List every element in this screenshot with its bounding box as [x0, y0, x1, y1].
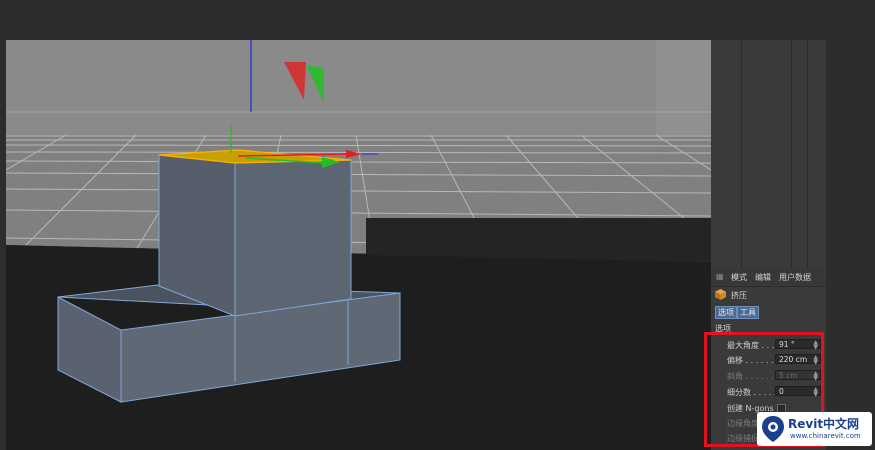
- viewport-scene: [6, 40, 711, 450]
- watermark-url: www.chinarevit.com: [790, 432, 861, 440]
- 3d-viewport[interactable]: [6, 40, 711, 450]
- watermark-brand: Revit中文网: [788, 417, 860, 431]
- attributes-menubar: ▦ 模式 编辑 用户数据: [711, 268, 826, 287]
- panel-column-divider: [741, 40, 742, 268]
- viewport-background: [6, 40, 711, 150]
- tower-front-face: [234, 159, 352, 317]
- top-toolbar-strip: [0, 0, 875, 40]
- revit-logo-icon: [762, 416, 784, 442]
- tab-tool[interactable]: 工具: [737, 306, 759, 319]
- tab-options[interactable]: 选项: [715, 306, 737, 319]
- menu-user-data[interactable]: 用户数据: [779, 272, 811, 283]
- object-manager-area: [711, 40, 826, 268]
- extrude-cube-icon: [715, 289, 726, 300]
- menu-edit[interactable]: 编辑: [755, 272, 771, 283]
- right-border-strip: [826, 40, 875, 450]
- watermark-logo: Revit中文网 www.chinarevit.com: [757, 412, 872, 446]
- panel-column-divider: [807, 40, 808, 268]
- menu-mode[interactable]: 模式: [731, 272, 747, 283]
- object-name: 挤压: [731, 291, 747, 300]
- panel-column-divider: [791, 40, 792, 268]
- grip-icon[interactable]: ▦: [716, 273, 724, 281]
- dark-ground-far: [366, 218, 711, 262]
